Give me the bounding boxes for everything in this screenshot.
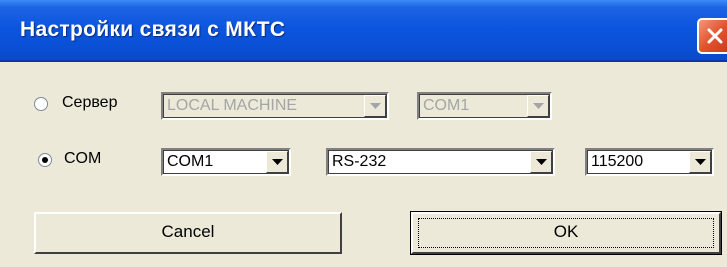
- baud-rate-select[interactable]: 115200: [585, 148, 714, 176]
- baud-rate-value: 115200: [591, 153, 644, 170]
- server-machine-select[interactable]: LOCAL MACHINE: [161, 92, 389, 120]
- server-machine-value: LOCAL MACHINE: [167, 97, 298, 114]
- cancel-button-label: Cancel: [161, 222, 215, 241]
- ok-button[interactable]: OK: [410, 211, 722, 255]
- com-radio-label[interactable]: COM: [64, 150, 101, 168]
- close-icon: [707, 28, 723, 44]
- chevron-down-icon: [272, 159, 283, 165]
- chevron-down-icon: [536, 159, 547, 165]
- com-port-dropdown-button[interactable]: [266, 151, 288, 173]
- chevron-down-icon: [533, 103, 544, 109]
- server-machine-dropdown-button[interactable]: [364, 95, 386, 117]
- server-port-select[interactable]: COM1: [417, 92, 552, 120]
- focus-rectangle: [418, 218, 714, 248]
- cancel-button[interactable]: Cancel: [34, 212, 342, 254]
- server-radio[interactable]: [34, 97, 48, 111]
- chevron-down-icon: [370, 103, 381, 109]
- com-port-value: COM1: [167, 153, 214, 170]
- interface-value: RS-232: [332, 153, 387, 170]
- window-title: Настройки связи с МКТС: [20, 18, 286, 41]
- chevron-down-icon: [695, 159, 706, 165]
- dialog-body: Сервер LOCAL MACHINE COM1 COM COM1 RS-23…: [0, 62, 727, 267]
- com-radio[interactable]: [38, 153, 52, 167]
- close-button[interactable]: [697, 18, 727, 54]
- server-port-dropdown-button[interactable]: [527, 95, 549, 117]
- com-port-select[interactable]: COM1: [161, 148, 291, 176]
- interface-dropdown-button[interactable]: [530, 151, 552, 173]
- baud-rate-dropdown-button[interactable]: [689, 151, 711, 173]
- title-bar[interactable]: Настройки связи с МКТС: [0, 0, 727, 62]
- server-radio-label[interactable]: Сервер: [62, 94, 117, 112]
- radio-selected-dot: [42, 157, 48, 163]
- server-port-value: COM1: [423, 97, 470, 114]
- interface-select[interactable]: RS-232: [326, 148, 555, 176]
